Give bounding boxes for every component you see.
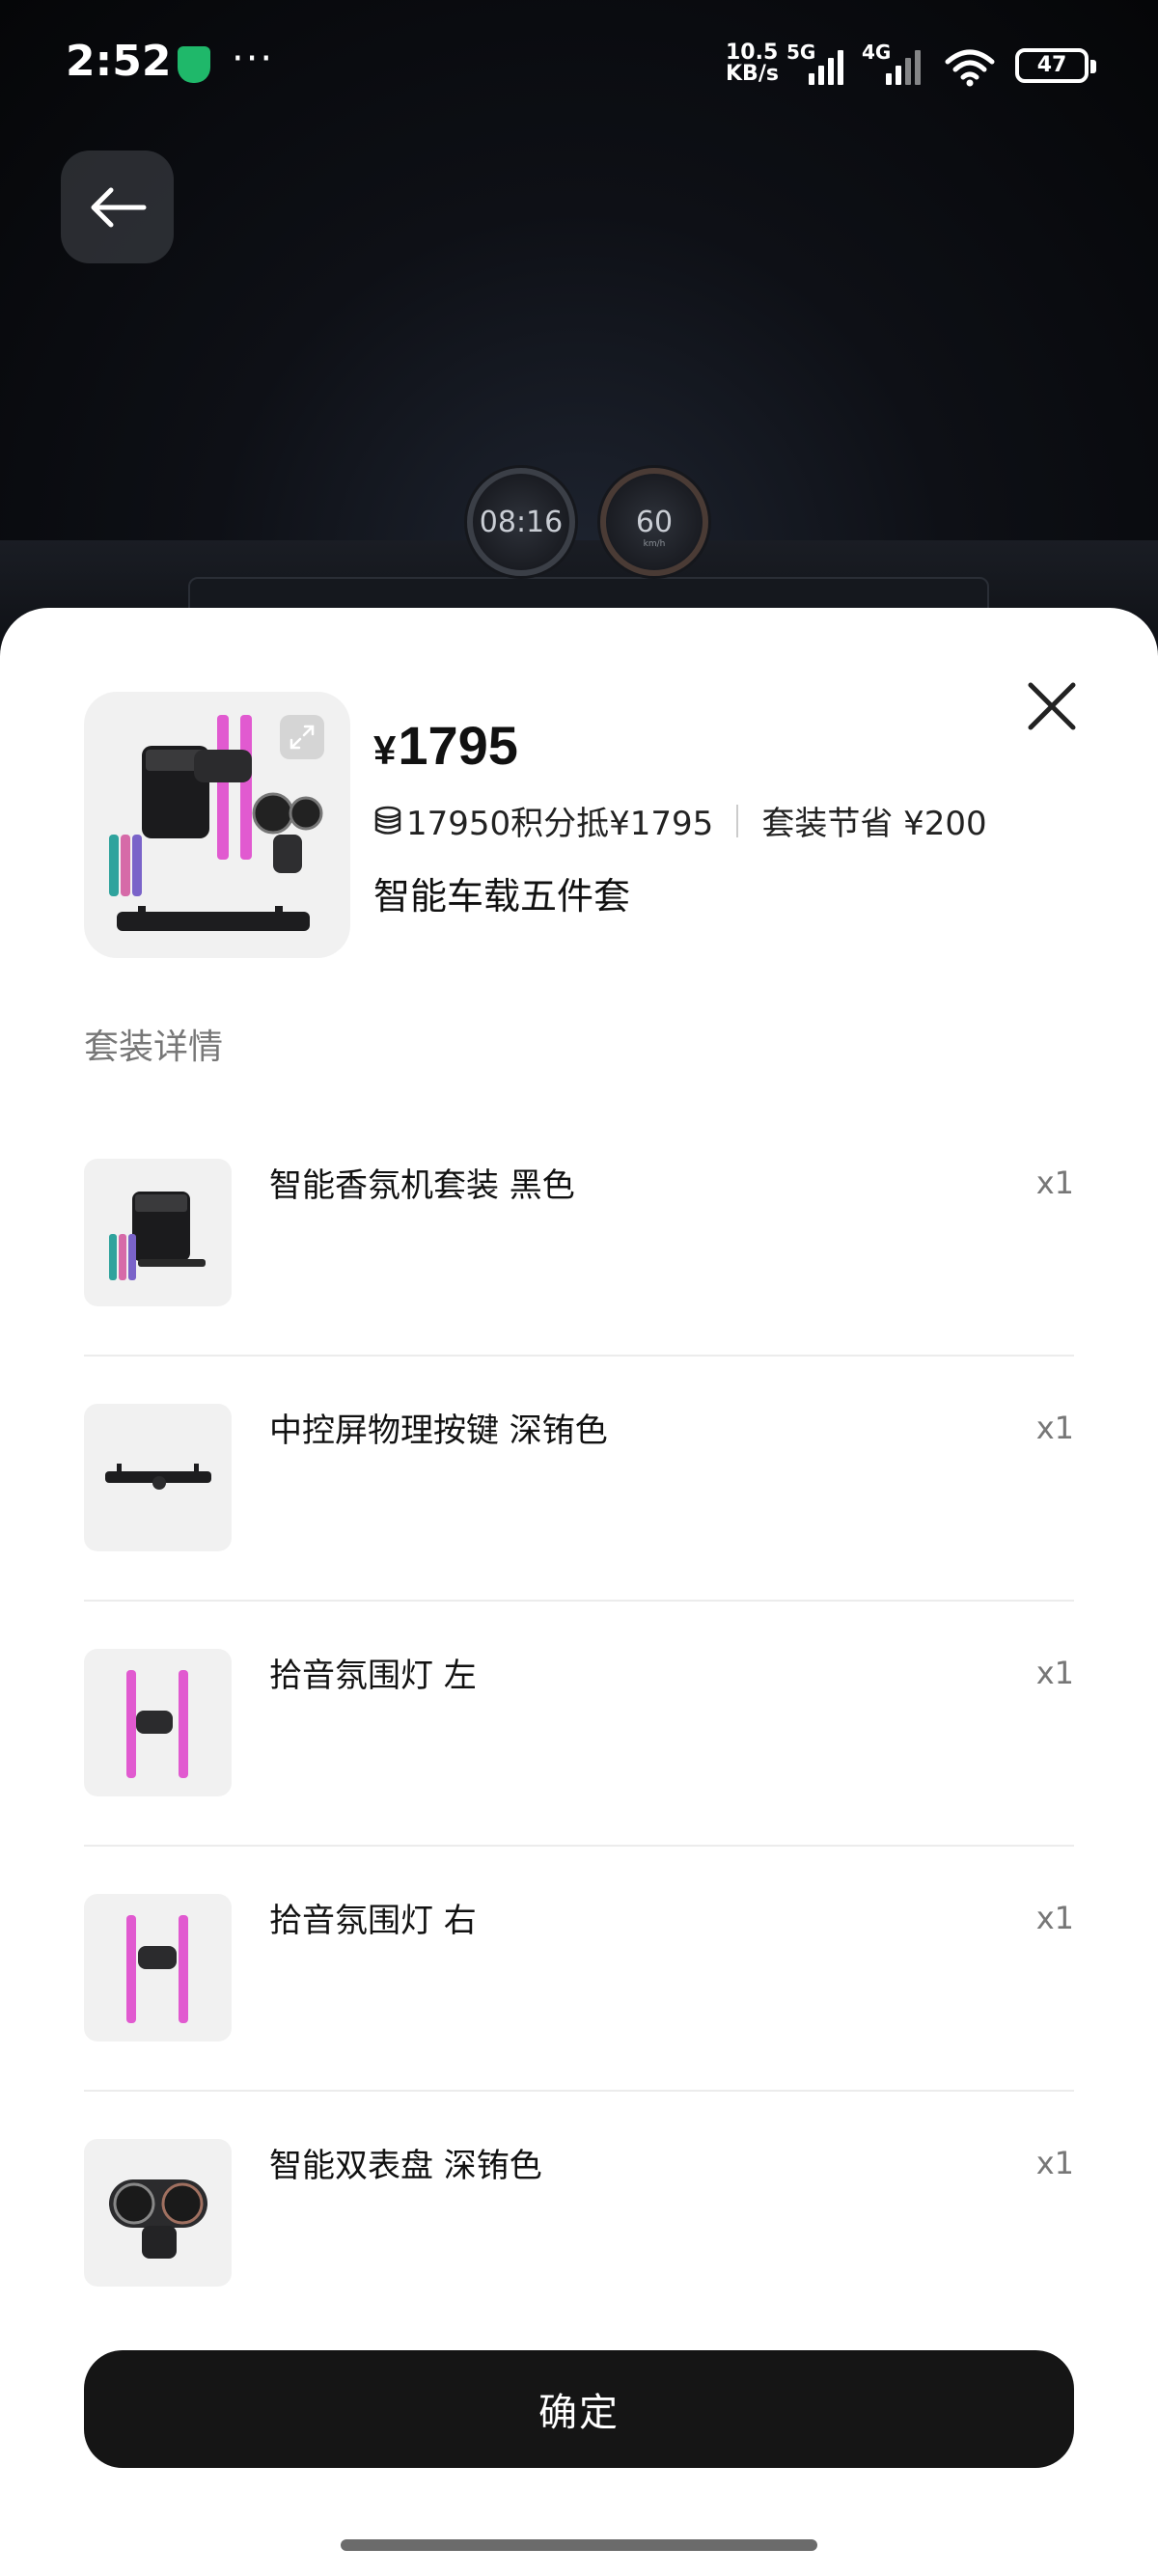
item-name: 智能双表盘 深铕色 <box>269 2147 542 2185</box>
status-time: 2:52 <box>66 37 172 86</box>
bundle-item: 中控屏物理按键 深铕色 x1 <box>84 1404 1074 1649</box>
item-divider <box>84 1355 1074 1357</box>
close-icon <box>1028 682 1076 730</box>
button-strip-image <box>105 1464 211 1490</box>
points-divider <box>736 804 739 837</box>
price-value: 1795 <box>398 715 518 776</box>
signal-5g-icon <box>809 46 843 85</box>
item-image <box>84 1894 232 2042</box>
status-more-dots: ··· <box>232 37 275 81</box>
battery-indicator: 47 <box>1015 48 1096 83</box>
bundle-item: 拾音氛围灯 右 x1 <box>84 1894 1074 2139</box>
item-name: 拾音氛围灯 右 <box>269 1902 477 1940</box>
section-title: 套装详情 <box>84 1028 224 1067</box>
bundle-item: 智能香氛机套装 黑色 x1 <box>84 1159 1074 1404</box>
item-image <box>84 2139 232 2287</box>
points-text: 17950积分抵¥1795 <box>406 805 714 843</box>
item-divider <box>84 1845 1074 1847</box>
price-currency: ¥ <box>373 727 397 773</box>
item-name: 拾音氛围灯 左 <box>269 1657 477 1695</box>
status-bar: 2:52 ··· 10.5 KB/s 5G 4G 47 <box>0 0 1158 130</box>
net-speed: 10.5 KB/s <box>726 42 779 85</box>
item-image <box>84 1159 232 1306</box>
back-button[interactable] <box>61 151 174 263</box>
diffuser-image <box>109 1192 206 1280</box>
net-speed-value: 10.5 <box>726 41 779 65</box>
expand-arrows-icon <box>290 725 315 750</box>
item-divider <box>84 2090 1074 2092</box>
item-qty: x1 <box>1035 1655 1074 1691</box>
gauge-clock: 08:16 <box>467 468 575 576</box>
bundle-item: 拾音氛围灯 左 x1 <box>84 1649 1074 1894</box>
item-qty: x1 <box>1035 1900 1074 1936</box>
expand-icon[interactable] <box>280 715 324 759</box>
dual-gauge-image <box>109 2179 207 2259</box>
gauge-speed-text: 60 <box>635 505 674 539</box>
item-qty: x1 <box>1035 1165 1074 1201</box>
signal-4g-icon <box>886 46 921 85</box>
gauge-speed: 60 <box>600 468 708 576</box>
bundle-product-image[interactable] <box>84 692 350 958</box>
gauge-clock-text: 08:16 <box>479 505 564 539</box>
arrow-left-icon <box>91 187 146 227</box>
item-name: 智能香氛机套装 黑色 <box>269 1166 575 1205</box>
points-row: 17950积分抵¥1795 套装节省 ¥200 <box>373 797 987 844</box>
mijia-app-icon <box>178 46 210 83</box>
confirm-button[interactable]: 确定 <box>84 2350 1074 2468</box>
item-name: 中控屏物理按键 深铕色 <box>269 1411 608 1450</box>
bundle-item: 智能双表盘 深铕色 x1 <box>84 2139 1074 2384</box>
home-indicator[interactable] <box>341 2539 817 2551</box>
ambient-light-left-image <box>126 1670 188 1778</box>
points-coin-icon <box>374 806 401 835</box>
item-qty: x1 <box>1035 2145 1074 2181</box>
bundle-price: ¥1795 <box>373 714 518 777</box>
item-qty: x1 <box>1035 1410 1074 1446</box>
net-speed-unit: KB/s <box>726 62 779 86</box>
item-image <box>84 1404 232 1551</box>
product-title: 智能车载五件套 <box>373 875 631 918</box>
item-divider <box>84 1600 1074 1602</box>
ambient-light-right-image <box>126 1915 188 2023</box>
item-image <box>84 1649 232 1796</box>
close-button[interactable] <box>1021 675 1083 737</box>
wifi-icon <box>945 49 995 87</box>
bundle-save-text: 套装节省 ¥200 <box>761 805 987 843</box>
